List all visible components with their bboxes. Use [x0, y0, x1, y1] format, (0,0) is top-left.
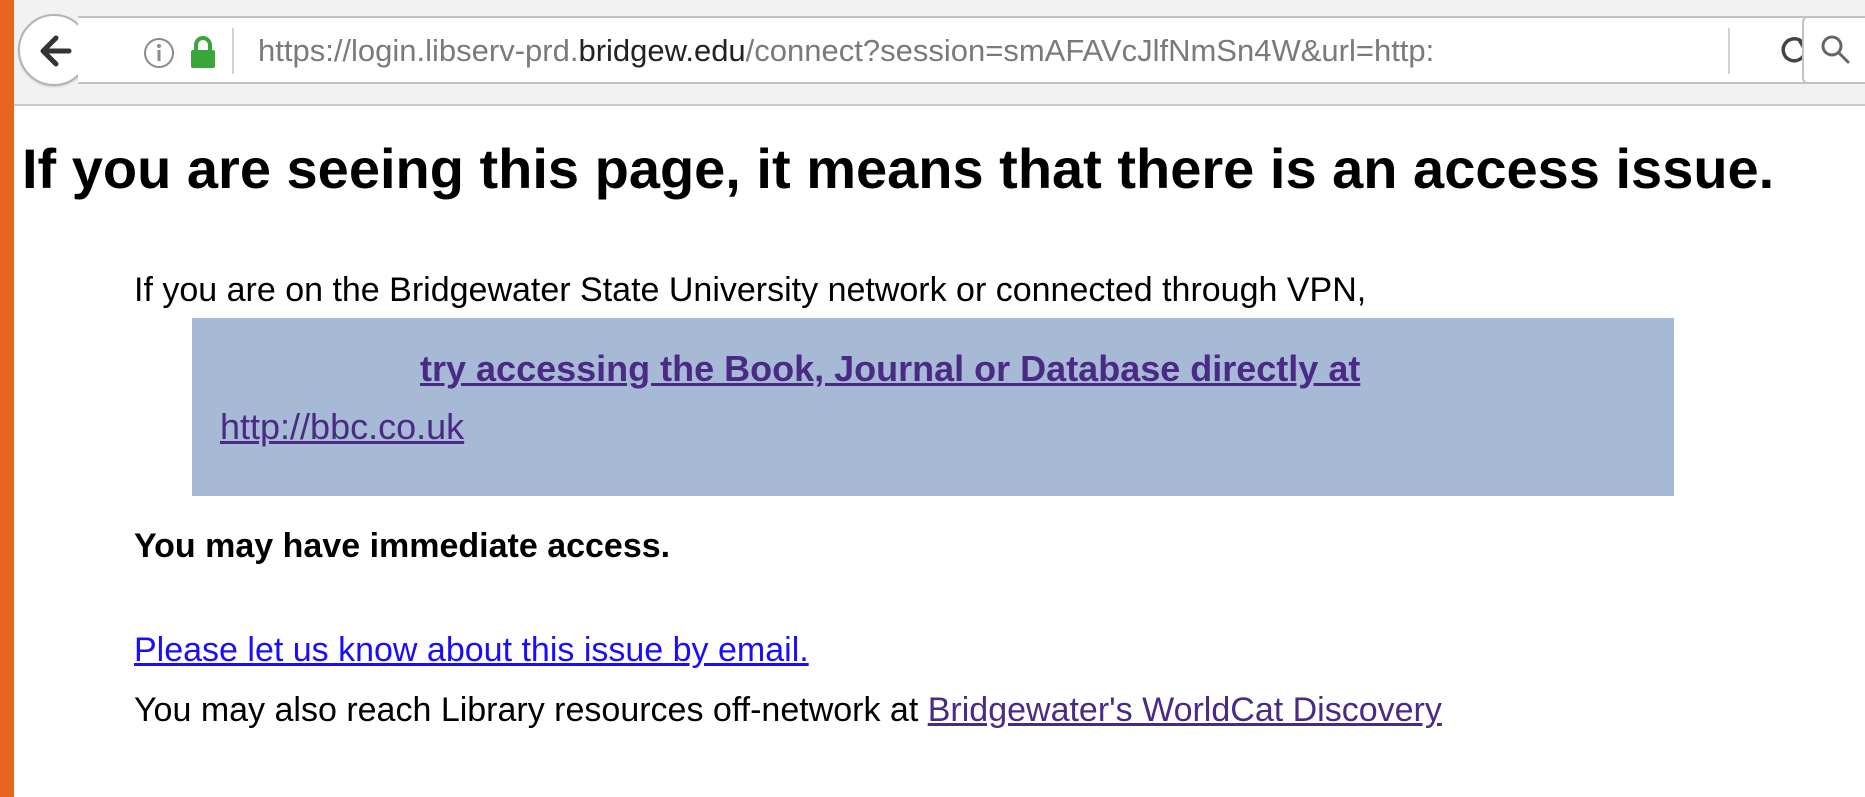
- url-suffix: /connect?session=smAFAVcJlfNmSn4W&url=ht…: [745, 33, 1435, 68]
- direct-access-link[interactable]: try accessing the Book, Journal or Datab…: [420, 346, 1360, 392]
- worldcat-discovery-link[interactable]: Bridgewater's WorldCat Discovery: [928, 691, 1442, 729]
- url-prefix: https://login.libserv-prd.: [258, 33, 579, 68]
- offnetwork-text: You may also reach Library resources off…: [134, 691, 928, 729]
- page-heading: If you are seeing this page, it means th…: [22, 137, 1775, 200]
- browser-window: https://login.libserv-prd.bridgew.edu/co…: [14, 0, 1865, 797]
- search-icon: [1821, 35, 1850, 64]
- email-issue-link[interactable]: Please let us know about this issue by e…: [134, 628, 809, 672]
- url-text[interactable]: https://login.libserv-prd.bridgew.edu/co…: [258, 31, 1434, 71]
- direct-url-link[interactable]: http://bbc.co.uk: [220, 404, 464, 450]
- url-separator-right: [1728, 28, 1730, 74]
- url-separator: [232, 28, 234, 74]
- vpn-notice: If you are on the Bridgewater State Univ…: [134, 271, 1367, 309]
- page-content: If you are seeing this page, it means th…: [14, 106, 1865, 797]
- offnetwork-notice: You may also reach Library resources off…: [134, 688, 1442, 732]
- immediate-access-text: You may have immediate access.: [134, 527, 671, 565]
- back-arrow-icon: [40, 35, 72, 67]
- browser-toolbar: https://login.libserv-prd.bridgew.edu/co…: [14, 0, 1865, 106]
- info-icon[interactable]: [142, 36, 176, 70]
- direct-access-box: try accessing the Book, Journal or Datab…: [192, 318, 1674, 496]
- address-bar[interactable]: https://login.libserv-prd.bridgew.edu/co…: [78, 16, 1858, 84]
- lock-icon: [191, 36, 215, 68]
- search-box[interactable]: [1802, 16, 1865, 84]
- url-domain: bridgew.edu: [578, 33, 746, 68]
